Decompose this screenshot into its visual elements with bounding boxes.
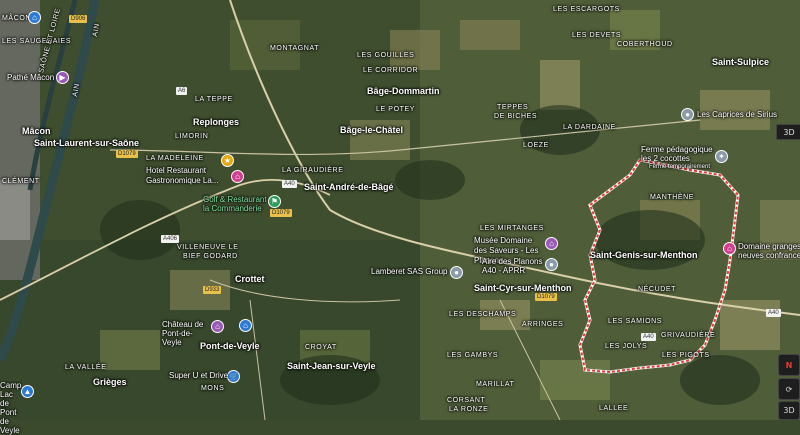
locality-label: MANTHÈNE [650,194,695,201]
poi-label[interactable]: Château de Pont-de-Veyle [162,320,212,347]
locality-label: MONS [201,385,225,392]
farm-icon[interactable]: ✦ [715,150,728,163]
view-3d-label: 3D [783,406,795,415]
road-shield: A40 [766,309,781,317]
place-label: Saint-Sulpice [712,57,770,67]
locality-label: LIMORIN [175,133,209,140]
place-label: Grièges [93,377,127,387]
film-icon[interactable]: ▶ [56,71,69,84]
locality-label: LES GAMBYS [447,352,499,359]
locality-label: CROYAT [305,344,337,351]
road-shield: D1079 [535,293,557,301]
place-label: Mâcon [22,126,51,136]
locality-label: LES MIRTANGES [480,225,544,232]
poi-label[interactable]: Aire des Planons A40 - APRR [482,257,544,275]
poi-label[interactable]: Hotel Restaurant Gastronomique La... [146,166,230,186]
cart-icon[interactable]: 🛒 [227,370,240,383]
museum-icon[interactable]: ⌂ [545,237,558,250]
pin-icon[interactable]: ● [545,258,558,271]
locality-label: LALLEE [599,405,629,412]
place-label: Replonges [193,117,240,127]
pin-icon[interactable]: ● [681,108,694,121]
locality-label: CLÉMENT [2,178,40,185]
locality-label: BIEF GODARD [183,253,238,260]
road-shield: A40 [282,180,297,188]
road-shield: A40 [641,333,656,341]
poi-label[interactable]: Super U et Drive [169,372,228,380]
locality-label: DE BICHES [494,113,538,120]
shop-icon[interactable]: ⌂ [28,11,41,24]
bed-icon[interactable]: ⌂ [231,170,244,183]
poi-label[interactable]: Les Caprices de Sirius [697,111,777,119]
tent-icon[interactable]: ▲ [21,385,34,398]
locality-label: LOEZE [523,142,549,149]
locality-label: VILLENEUVE LE [177,244,239,251]
locality-label: LA VALLÉE [65,364,107,371]
locality-label: LA GIRAUDIÈRE [282,167,344,174]
road-shield: D1079 [270,209,292,217]
locality-label: LA RONZE [449,406,489,413]
bed-icon[interactable]: ⌂ [723,242,736,255]
compass-control[interactable]: N [778,354,800,376]
rotate-icon: ⟳ [785,384,793,394]
locality-label: GRIVAUDIÈRE [661,332,716,339]
compass-icon: N [785,360,793,370]
locality-label: ARRINGES [522,321,564,328]
place-label: Bâge-le-Châtel [340,125,404,135]
poi-label[interactable]: Ferme pédagogique les 2 cocottes [641,145,715,163]
road-shield: A6 [176,87,188,95]
poi-label[interactable]: Domaine granges neuves confrance [738,242,800,260]
place-label: Saint-André-de-Bâgé [304,182,394,192]
locality-label: LES PIGOTS [662,352,710,359]
locality-label: CORSANT [447,397,486,404]
locality-label: LA DARDAINE [563,124,616,131]
locality-label: MARILLAT [476,381,515,388]
locality-label: LE POTEY [376,106,416,113]
locality-label: LES SAUGERAIES [2,38,72,45]
golf-icon[interactable]: ⚑ [268,195,281,208]
place-label: Saint-Cyr-sur-Menthon [474,283,572,293]
poi-label[interactable]: Pathé Mâcon [7,74,54,82]
road-shield: D933 [203,286,222,294]
locality-label: LA TEPPE [195,96,233,103]
shop-icon[interactable]: ⌂ [239,319,252,332]
locality-label: COBERTHOUD [617,41,673,48]
locality-label: LE CORRIDOR [363,67,419,74]
locality-label: LES GOUILLES [357,52,415,59]
place-label: Saint-Genis-sur-Menthon [590,250,698,260]
locality-label: LA MADELEINE [146,155,204,162]
locality-label: MÂCON [2,15,32,22]
road-shield: A406 [161,235,180,243]
view-3d-control[interactable]: 3D [778,401,800,420]
locality-label: LES JOLYS [605,343,648,350]
museum-icon[interactable]: ⌂ [211,320,224,333]
poi-label[interactable]: Golf & Restaurant la Commanderie [203,195,267,213]
pin-icon[interactable]: ● [450,266,463,279]
place-label: Saint-Laurent-sur-Saône [34,138,140,148]
poi-label[interactable]: Camping Lac de Pont de Veyle [0,381,22,435]
place-label: Bâge-Dommartin [367,86,440,96]
locality-label: TEPPES [497,104,529,111]
map-control-partial[interactable]: 3D [776,124,800,140]
star-icon[interactable]: ★ [221,154,234,167]
poi-sublabel: Ferme temporairement [649,164,711,170]
locality-label: LES ESCARGOTS [553,6,620,13]
locality-label: LES DEVETS [572,32,622,39]
locality-label: NÉCUDET [638,286,677,293]
poi-label[interactable]: Lamberet SAS Group [371,268,447,276]
tilt-control[interactable]: ⟳ [778,378,800,400]
place-label: Crottet [235,274,265,284]
road-shield: D1079 [116,150,138,158]
locality-label: LES DESCHAMPS [449,311,517,318]
locality-label: MONTAGNAT [270,45,320,52]
locality-label: LES SAMIONS [608,318,663,325]
road-shield: D906 [69,15,88,23]
place-label: Saint-Jean-sur-Veyle [287,361,376,371]
